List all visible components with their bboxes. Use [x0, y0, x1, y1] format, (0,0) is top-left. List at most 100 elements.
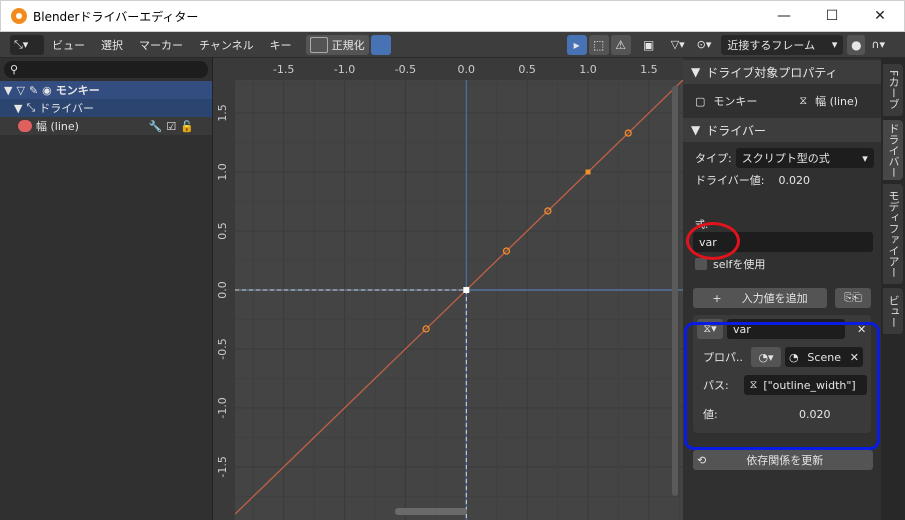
expand-icon: ▼ [4, 83, 13, 97]
channel-region: ⚲ ▼ ▽ ✎ ◉ モンキー ▼ ⤡ ドライバー 幅 (line) 🔧 ☑ 🔓 [0, 58, 213, 520]
chevron-down-icon: ▾ [831, 38, 838, 51]
blender-logo-icon [11, 8, 27, 24]
blue-annotation-rect [684, 322, 880, 450]
driven-target-row: ▢ モンキー ⧖ 幅 (line) [683, 84, 881, 118]
pivot-icon[interactable]: ⊙▾ [691, 35, 718, 55]
tab-view[interactable]: ビュー [883, 288, 903, 334]
refresh-button[interactable] [370, 34, 391, 55]
x-tick-label: -0.5 [395, 63, 416, 76]
driver-group-label: ドライバー [39, 102, 95, 115]
tab-drivers[interactable]: ドライバー [883, 120, 903, 180]
cursor-select-icon[interactable]: ▸ [566, 34, 587, 55]
panel-driver-header[interactable]: ▼ ドライバー [683, 118, 881, 142]
y-tick-label: 0.0 [216, 281, 229, 299]
filter-icon[interactable]: ▽▾ [665, 35, 691, 55]
proportional-icon[interactable]: ● [847, 34, 866, 55]
type-label: タイプ: [695, 152, 732, 165]
snap-label: 近接するフレーム [727, 38, 816, 52]
visibility-icon[interactable] [18, 120, 32, 132]
tab-fcurve[interactable]: Fカーブ [883, 64, 903, 116]
y-tick-label: -1.5 [216, 456, 229, 477]
x-tick-label: 0.5 [518, 63, 536, 76]
update-row: ⟲ 依存関係を更新 [683, 449, 881, 471]
window-titlebar: Blenderドライバーエディター — ☐ ✕ [0, 0, 905, 32]
type-row: タイプ: スクリプト型の式 ▾ [683, 147, 881, 169]
add-input-label: 入力値を追加 [741, 292, 808, 305]
panel-driver-title: ドライバー [706, 123, 766, 138]
normalize-toggle[interactable]: 正規化 [305, 34, 369, 55]
view-icon[interactable]: ▣ [639, 35, 659, 55]
add-input-row: + 入力値を追加 ⎘⎗ [683, 287, 881, 309]
x-tick-label: 0.0 [458, 63, 476, 76]
rna-icon: ⧖ [799, 94, 808, 107]
vertical-scrollbar[interactable] [672, 86, 678, 496]
collapse-icon: ▼ [691, 123, 701, 137]
y-tick-label: -1.0 [216, 397, 229, 418]
editor-type-button[interactable]: ⤡▾ [10, 34, 44, 55]
collapse-icon: ▼ [691, 65, 701, 79]
tree-channel[interactable]: 幅 (line) 🔧 ☑ 🔓 [0, 117, 212, 135]
expand-icon: ▼ [14, 101, 23, 115]
falloff-icon[interactable]: ∩▾ [865, 35, 891, 55]
x-tick-label: 1.0 [579, 63, 597, 76]
current-frame-point [463, 286, 470, 293]
driver-value-row: ドライバー値: 0.020 [683, 169, 881, 191]
editor-header: ⤡▾ ビュー 選択 マーカー チャンネル キー 正規化 ▸ ⬚ ⚠ ▣ ▽▾ ⊙… [0, 32, 905, 58]
use-self-checkbox[interactable] [695, 258, 707, 270]
wrench-icon[interactable]: 🔧 [149, 120, 163, 133]
tree-object[interactable]: ▼ ▽ ✎ ◉ モンキー [0, 81, 212, 99]
object-label: モンキー [55, 84, 100, 97]
warning-icon[interactable]: ⚠ [610, 34, 631, 55]
lock-icon[interactable]: 🔓 [180, 120, 194, 133]
close-button[interactable]: ✕ [856, 0, 904, 32]
fcurve-line [234, 79, 683, 515]
add-input-button[interactable]: + 入力値を追加 [693, 288, 827, 308]
x-tick-label: -1.5 [273, 63, 294, 76]
maximize-button[interactable]: ☐ [808, 0, 856, 32]
y-tick-label: 0.5 [216, 222, 229, 240]
tree-driver-group[interactable]: ▼ ⤡ ドライバー [0, 99, 212, 117]
window-title: Blenderドライバーエディター [33, 9, 199, 24]
box-select-icon[interactable]: ⬚ [588, 34, 609, 55]
y-tick-label: -0.5 [216, 338, 229, 359]
snap-dropdown[interactable]: 近接するフレーム ▾ [721, 34, 844, 55]
type-value: スクリプト型の式 [741, 152, 830, 165]
minimize-button[interactable]: — [760, 0, 808, 32]
y-tick-label: 1.5 [216, 104, 229, 122]
menu-select[interactable]: 選択 [93, 35, 131, 55]
y-ruler [213, 80, 235, 520]
x-tick-label: 1.5 [640, 63, 658, 76]
channel-search-input[interactable]: ⚲ [4, 61, 208, 78]
target-prop-label: 幅 (line) [815, 95, 859, 108]
x-tick-label: -1.0 [334, 63, 355, 76]
tab-drivers-label: ドライバー [887, 122, 900, 178]
graph-svg[interactable]: -1.5 -1.0 -0.5 0.0 0.5 1.0 1.5 1.5 1.0 0.5 0.0 -0.5… [213, 58, 683, 520]
sidebar-tabs: Fカーブ ドライバー モディファイアー ビュー [881, 58, 905, 520]
menu-view[interactable]: ビュー [44, 35, 93, 55]
graph-region[interactable]: -1.5 -1.0 -0.5 0.0 0.5 1.0 1.5 1.5 1.0 0.5 0.0 -0.5… [213, 58, 683, 520]
menu-channel[interactable]: チャンネル [191, 35, 262, 55]
channel-label: 幅 (line) [36, 120, 79, 133]
driver-icon: ⤡ [26, 101, 36, 114]
eye-icon: ◉ [42, 83, 52, 97]
type-dropdown[interactable]: スクリプト型の式 ▾ [735, 148, 874, 168]
driver-value-label: ドライバー値: [695, 174, 765, 187]
y-tick-label: 1.0 [216, 163, 229, 181]
panel-driven-property-header[interactable]: ▼ ドライブ対象プロパティ [683, 60, 881, 84]
refresh-icon: ⟲ [697, 453, 707, 467]
tab-view-label: ビュー [887, 294, 900, 328]
horizontal-scrollbar[interactable] [395, 508, 467, 515]
copy-paste-icon[interactable]: ⎘⎗ [835, 288, 871, 308]
panel-driven-property-title: ドライブ対象プロパティ [706, 65, 838, 80]
normalize-label: 正規化 [331, 38, 365, 52]
tab-modifiers[interactable]: モディファイアー [883, 184, 903, 284]
plus-icon: + [712, 291, 722, 305]
update-dependencies-button[interactable]: ⟲ 依存関係を更新 [693, 450, 873, 470]
menu-key[interactable]: キー [262, 35, 300, 55]
target-object-label: モンキー [713, 95, 758, 108]
checkbox-icon[interactable]: ☑ [166, 120, 176, 133]
menu-marker[interactable]: マーカー [131, 35, 191, 55]
keyframe-point [585, 169, 591, 175]
pin-icon: ✎ [28, 83, 39, 97]
red-annotation-circle [686, 222, 740, 260]
